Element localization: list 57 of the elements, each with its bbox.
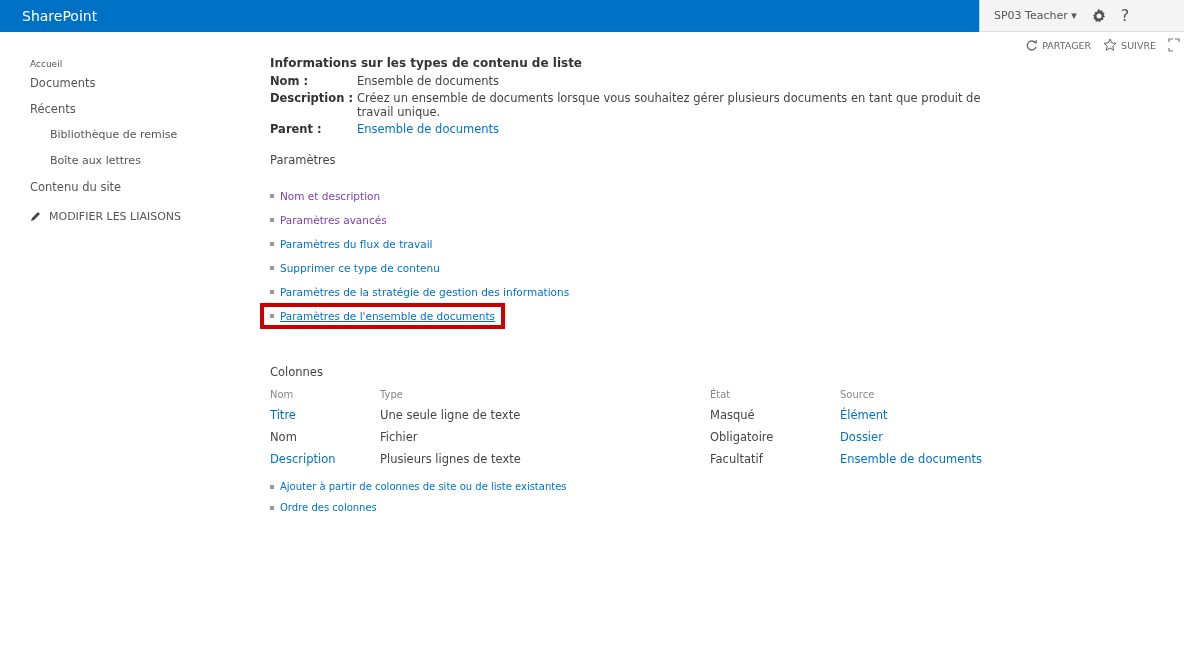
bullet-icon [270, 194, 274, 198]
bullet-icon [270, 484, 274, 489]
column-link[interactable]: Description [270, 452, 380, 466]
nav-link[interactable]: Accueil [30, 58, 240, 70]
settings-link[interactable]: Paramètres de la stratégie de gestion des informations [270, 283, 576, 301]
column-link[interactable]: Titre [270, 408, 380, 422]
field-label: Nom : [270, 74, 310, 88]
settings-link[interactable]: Supprimer ce type de contenu [270, 259, 446, 277]
source-link[interactable]: Dossier [840, 430, 1040, 444]
field-label: Parent : [270, 122, 323, 136]
star-icon [1103, 38, 1118, 52]
brand-name[interactable]: SharePoint [22, 8, 98, 24]
action-link[interactable]: SUIVRE [1103, 38, 1156, 52]
table-cell-text: Nom [270, 430, 298, 444]
source-link[interactable]: Ensemble de documents [840, 452, 1040, 466]
settings-link[interactable]: Paramètres avancés [270, 211, 393, 229]
user-menu[interactable]: SP03 Teacher ▾ [994, 9, 1077, 22]
settings-link[interactable]: Paramètres de l'ensemble de documents [264, 307, 502, 325]
help-button[interactable]: ? [1120, 6, 1130, 25]
table-cell-text: Une seule ligne de texte [380, 408, 522, 422]
table-cell-text: Plusieurs lignes de texte [380, 452, 522, 466]
column-action-link[interactable]: Ajouter à partir de colonnes de site ou de liste existantes [270, 478, 573, 495]
nav-link[interactable]: Contenu du site [30, 174, 240, 200]
nav-link[interactable]: Récents [30, 96, 240, 122]
section-title: Informations sur les types de contenu de liste [270, 56, 583, 70]
column-header: État [710, 389, 732, 400]
share-icon [1025, 38, 1039, 52]
nav-link[interactable]: Boîte aux lettres [30, 148, 240, 174]
bullet-icon [270, 314, 274, 318]
edit-links-button[interactable]: MODIFIER LES LIAISONS [30, 210, 182, 223]
section-heading: Colonnes [270, 365, 324, 379]
field-value: Créez un ensemble de documents lorsque vous souhaitez gérer plusieurs documents en tant que produit de travail unique. [357, 91, 982, 119]
bullet-icon [270, 266, 274, 270]
nav-link[interactable]: Documents [30, 70, 240, 96]
nav-link[interactable]: Bibliothèque de remise [30, 122, 240, 148]
settings-link[interactable]: Paramètres du flux de travail [270, 235, 439, 253]
table-cell-text: Fichier [380, 430, 419, 444]
bullet-icon [270, 290, 274, 294]
table-cell-text: Facultatif [710, 452, 764, 466]
pencil-icon [30, 211, 41, 222]
column-header: Type [380, 389, 404, 400]
settings-icon[interactable] [1090, 7, 1107, 24]
action-link[interactable]: PARTAGER [1025, 38, 1092, 52]
field-label: Description : [270, 91, 354, 107]
bullet-icon [270, 505, 274, 510]
source-link[interactable]: Élément [840, 408, 1040, 422]
column-header: Source [840, 389, 876, 400]
field-value: Ensemble de documents [357, 74, 501, 88]
field-link[interactable]: Ensemble de documents [357, 122, 997, 136]
bullet-icon [270, 218, 274, 222]
bullet-icon [270, 242, 274, 246]
column-action-link[interactable]: Ordre des colonnes [270, 499, 383, 516]
settings-link[interactable]: Nom et description [270, 187, 387, 205]
section-heading: Paramètres [270, 153, 337, 167]
table-cell-text: Obligatoire [710, 430, 775, 444]
table-cell-text: Masqué [710, 408, 756, 422]
column-header: Nom [270, 389, 295, 400]
